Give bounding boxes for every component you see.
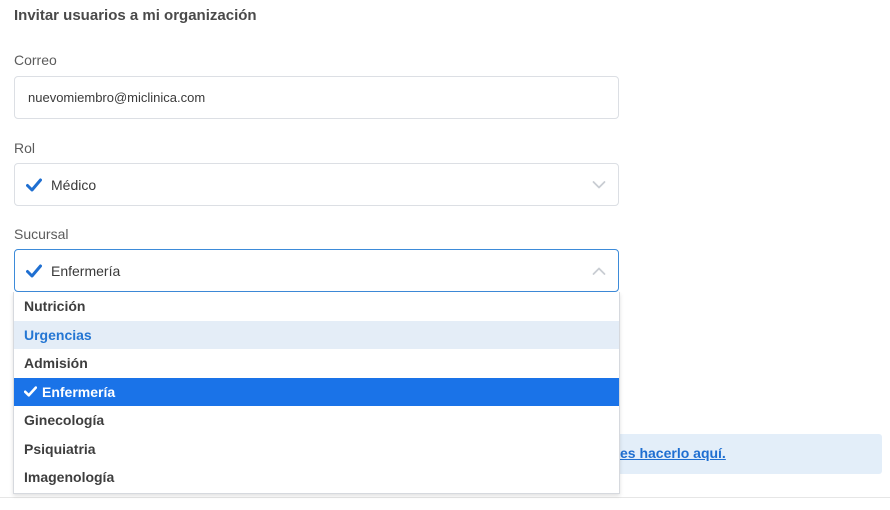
check-icon — [24, 386, 37, 397]
dropdown-option-psiquiatria[interactable]: Psiquiatria — [14, 435, 619, 464]
dropdown-option-imagenologia[interactable]: Imagenología — [14, 463, 619, 492]
info-banner: es hacerlo aquí. — [600, 434, 882, 474]
chevron-up-icon — [592, 267, 606, 275]
branch-dropdown-menu: Nutrición Urgencias Admisión Enfermería … — [13, 292, 620, 494]
branch-value: Enfermería — [51, 262, 121, 279]
dropdown-option-enfermeria[interactable]: Enfermería — [14, 377, 619, 406]
dropdown-option-nutricion[interactable]: Nutrición — [14, 292, 619, 321]
chevron-down-icon — [592, 180, 606, 188]
option-label: Ginecología — [24, 412, 105, 429]
option-label: Psiquiatria — [24, 440, 96, 457]
dropdown-option-ginecologia[interactable]: Ginecología — [14, 406, 619, 435]
page-title: Invitar usuarios a mi organización — [14, 7, 257, 24]
role-value: Médico — [51, 176, 97, 193]
dropdown-option-admision[interactable]: Admisión — [14, 349, 619, 378]
email-value: nuevomiembro@miclinica.com — [28, 90, 206, 105]
branch-label: Sucursal — [14, 226, 69, 242]
role-label: Rol — [14, 140, 36, 156]
check-icon — [26, 264, 42, 277]
option-label: Admisión — [24, 355, 88, 372]
option-label: Imagenología — [24, 469, 115, 486]
branch-select[interactable]: Enfermería — [14, 249, 619, 292]
divider — [0, 497, 890, 498]
email-label: Correo — [14, 52, 57, 68]
role-select[interactable]: Médico — [14, 163, 619, 206]
option-label: Nutrición — [24, 298, 86, 315]
option-label: Enfermería — [42, 383, 116, 400]
option-label: Urgencias — [24, 326, 92, 343]
check-icon — [26, 178, 42, 191]
banner-link[interactable]: es hacerlo aquí. — [620, 445, 726, 461]
dropdown-option-urgencias[interactable]: Urgencias — [14, 320, 619, 349]
email-field[interactable]: nuevomiembro@miclinica.com — [14, 76, 619, 119]
